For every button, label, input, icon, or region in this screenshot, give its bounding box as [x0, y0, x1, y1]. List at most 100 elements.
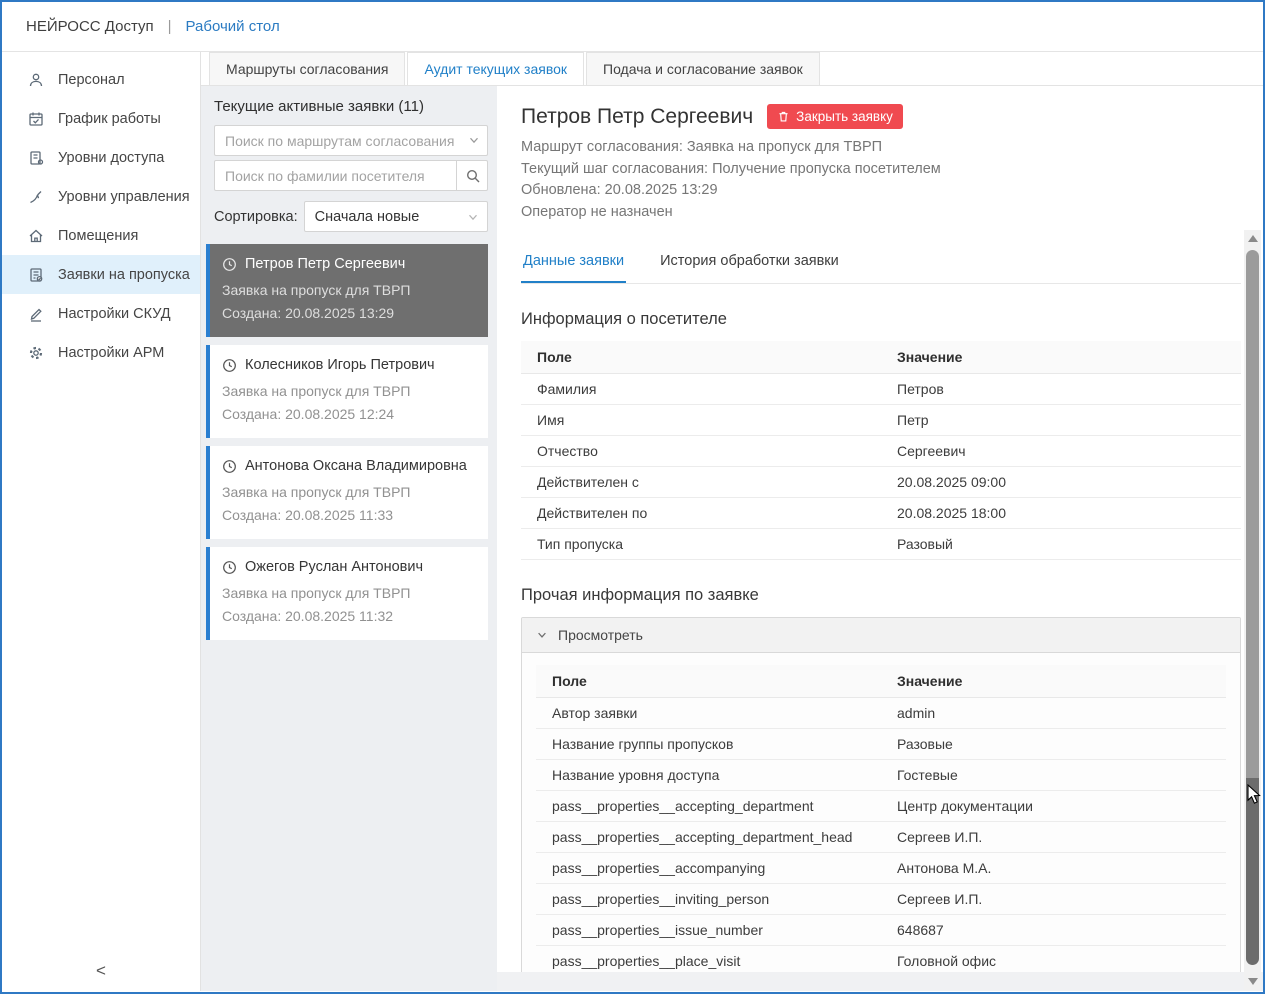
sidebar-item-rooms[interactable]: Помещения — [2, 216, 200, 255]
sidebar-item-arm-settings[interactable]: Настройки АРМ — [2, 333, 200, 372]
field-value-cell: Сергеев И.П. — [881, 822, 1226, 853]
tab-request-history[interactable]: История обработки заявки — [658, 245, 841, 283]
requests-list: Петров Петр Сергеевич Заявка на пропуск … — [206, 244, 488, 640]
sidebar-item-pass-requests[interactable]: Заявки на пропуска — [2, 255, 200, 294]
table-row: pass__properties__accepting_department Ц… — [536, 791, 1226, 822]
workspace-link[interactable]: Рабочий стол — [186, 18, 280, 35]
sort-select[interactable]: Сначала новые — [304, 201, 488, 232]
field-name-cell: Фамилия — [521, 374, 881, 405]
chevron-down-icon — [466, 210, 480, 224]
field-value-cell: Головной офис — [881, 946, 1226, 973]
field-name-cell: pass__properties__issue_number — [536, 915, 881, 946]
visitor-info-table: Поле Значение Фамилия Петров — [521, 341, 1241, 560]
requests-panel-title: Текущие активные заявки (11) — [214, 98, 488, 115]
request-card[interactable]: Колесников Игорь Петрович Заявка на проп… — [206, 345, 488, 438]
clock-icon — [222, 459, 237, 474]
sidebar-item-personnel[interactable]: Персонал — [2, 60, 200, 99]
request-created: Создана: 20.08.2025 13:29 — [222, 302, 476, 325]
clock-icon — [222, 257, 237, 272]
table-row: Автор заявки admin — [536, 698, 1226, 729]
sidebar-item-acs-settings[interactable]: Настройки СКУД — [2, 294, 200, 333]
table-row: pass__properties__accompanying Антонова … — [536, 853, 1226, 884]
sidebar-item-control-levels[interactable]: Уровни управления — [2, 177, 200, 216]
field-value-cell: Петров — [881, 374, 1241, 405]
vertical-scrollbar[interactable] — [1244, 230, 1261, 990]
tab-submit-approve-requests[interactable]: Подача и согласование заявок — [586, 52, 820, 85]
table-row: Название группы пропусков Разовые — [536, 729, 1226, 760]
title-separator: | — [168, 18, 172, 35]
request-created: Создана: 20.08.2025 11:33 — [222, 504, 476, 527]
table-row: Имя Петр — [521, 405, 1241, 436]
table-row: Название уровня доступа Гостевые — [536, 760, 1226, 791]
request-visitor-name: Колесников Игорь Петрович — [245, 357, 435, 373]
person-icon — [27, 71, 45, 89]
field-value-cell: 648687 — [881, 915, 1226, 946]
field-name-cell: Название группы пропусков — [536, 729, 881, 760]
request-route: Заявка на пропуск для ТВРП — [222, 582, 476, 605]
field-name-cell: Действителен по — [521, 498, 881, 529]
scrollbar-thumb[interactable] — [1246, 250, 1259, 965]
tab-request-data[interactable]: Данные заявки — [521, 245, 626, 283]
sidebar-item-label: Уровни доступа — [58, 150, 164, 166]
table-row: Действителен с 20.08.2025 09:00 — [521, 467, 1241, 498]
field-value-cell: Гостевые — [881, 760, 1226, 791]
clock-icon — [222, 358, 237, 373]
access-levels-icon — [27, 149, 45, 167]
edit-icon — [27, 305, 45, 323]
requests-panel: Текущие активные заявки (11) — [201, 86, 497, 991]
sidebar-item-label: Персонал — [58, 72, 125, 88]
other-info-collapse-panel: Просмотреть Поле Значение — [521, 617, 1241, 972]
field-name-cell: pass__properties__accepting_department_h… — [536, 822, 881, 853]
name-search-input[interactable] — [214, 160, 488, 191]
request-route: Заявка на пропуск для ТВРП — [222, 380, 476, 403]
close-request-button[interactable]: Закрыть заявку — [767, 104, 903, 129]
chevron-down-icon — [536, 629, 548, 641]
sidebar-item-label: Настройки СКУД — [58, 306, 171, 322]
column-header-value: Значение — [881, 665, 1226, 698]
search-button[interactable] — [456, 160, 488, 191]
column-header-value: Значение — [881, 341, 1241, 374]
field-name-cell: pass__properties__accepting_department — [536, 791, 881, 822]
detail-route-line: Маршрут согласования: Заявка на пропуск … — [521, 137, 1241, 159]
chevron-down-icon — [467, 133, 481, 147]
request-card[interactable]: Петров Петр Сергеевич Заявка на пропуск … — [206, 244, 488, 337]
gear-icon — [27, 344, 45, 362]
detail-step-line: Текущий шаг согласования: Получение проп… — [521, 159, 1241, 181]
trash-icon — [777, 110, 790, 123]
sort-label: Сортировка: — [214, 209, 298, 225]
scroll-up-arrow-icon[interactable] — [1248, 235, 1258, 242]
field-name-cell: Имя — [521, 405, 881, 436]
request-route: Заявка на пропуск для ТВРП — [222, 481, 476, 504]
request-card[interactable]: Ожегов Руслан Антонович Заявка на пропус… — [206, 547, 488, 640]
request-route: Заявка на пропуск для ТВРП — [222, 279, 476, 302]
request-created: Создана: 20.08.2025 12:24 — [222, 403, 476, 426]
collapse-toggle[interactable]: Просмотреть — [522, 618, 1240, 653]
table-row: pass__properties__accepting_department_h… — [536, 822, 1226, 853]
calendar-icon — [27, 110, 45, 128]
request-visitor-name: Ожегов Руслан Антонович — [245, 559, 423, 575]
table-row: pass__properties__inviting_person Сергее… — [536, 884, 1226, 915]
route-filter-select[interactable] — [214, 125, 488, 156]
clock-icon — [222, 560, 237, 575]
sidebar-collapse-button[interactable]: < — [2, 961, 200, 981]
field-value-cell: Петр — [881, 405, 1241, 436]
name-search-field — [214, 160, 488, 191]
tab-audit-current-requests[interactable]: Аудит текущих заявок — [407, 52, 584, 85]
top-bar: НЕЙРОСС Доступ | Рабочий стол — [2, 2, 1263, 52]
sidebar-item-label: Уровни управления — [58, 189, 190, 205]
field-name-cell: pass__properties__place_visit — [536, 946, 881, 973]
home-icon — [27, 227, 45, 245]
field-value-cell: admin — [881, 698, 1226, 729]
sort-select-value: Сначала новые — [315, 209, 420, 225]
scroll-down-arrow-icon[interactable] — [1248, 978, 1258, 985]
collapse-toggle-label: Просмотреть — [558, 627, 643, 643]
main-tabbar: Маршруты согласования Аудит текущих заяв… — [201, 52, 1263, 86]
tab-approval-routes[interactable]: Маршруты согласования — [209, 52, 405, 85]
sidebar-item-access-levels[interactable]: Уровни доступа — [2, 138, 200, 177]
field-name-cell: pass__properties__accompanying — [536, 853, 881, 884]
request-card[interactable]: Антонова Оксана Владимировна Заявка на п… — [206, 446, 488, 539]
column-header-field: Поле — [521, 341, 881, 374]
search-icon — [465, 168, 481, 184]
sidebar-item-schedule[interactable]: График работы — [2, 99, 200, 138]
field-name-cell: pass__properties__inviting_person — [536, 884, 881, 915]
